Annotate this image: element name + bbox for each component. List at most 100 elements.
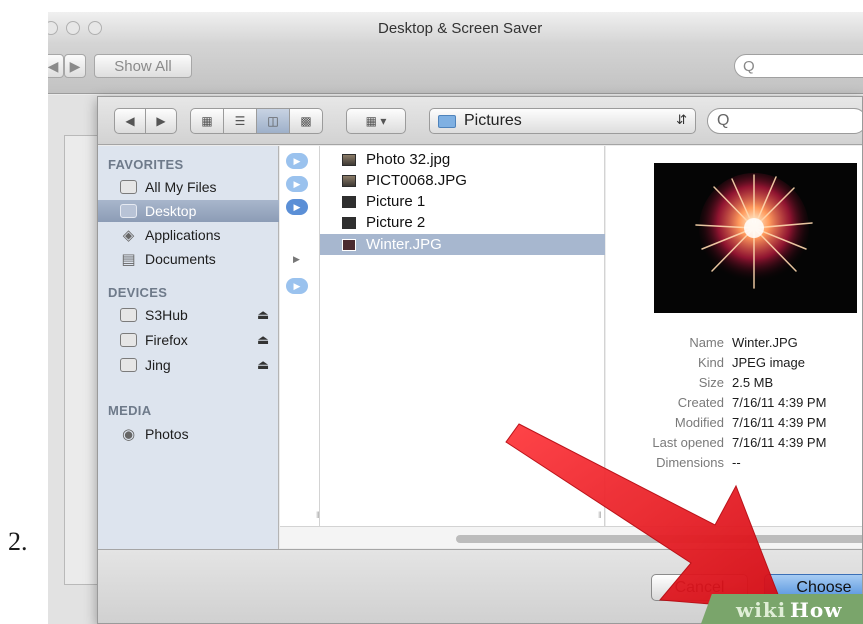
cover-flow-button[interactable]: ▩ xyxy=(289,108,323,134)
location-popup[interactable]: Pictures ⇵ xyxy=(429,108,696,134)
info-key: Created xyxy=(677,395,724,410)
sidebar-item-label: Jing xyxy=(145,357,171,373)
search-icon: Q xyxy=(743,57,755,75)
forward-arrow-icon: ▶ xyxy=(156,114,166,128)
info-row-modified: Modified 7/16/11 4:39 PM xyxy=(606,415,862,435)
scrollbar-thumb[interactable] xyxy=(456,535,862,543)
disk-icon xyxy=(120,358,137,372)
preferences-search-field[interactable]: Q xyxy=(734,54,863,78)
camera-icon: ◉ xyxy=(121,426,136,443)
info-value: 7/16/11 4:39 PM xyxy=(732,415,827,430)
folder-row-icon: ▶ xyxy=(286,153,308,169)
popup-arrows-icon: ⇵ xyxy=(676,112,687,127)
watermark-how: How xyxy=(790,598,843,622)
info-row-name: Name Winter.JPG xyxy=(606,335,862,355)
info-value: Winter.JPG xyxy=(732,335,798,350)
info-key: Kind xyxy=(697,355,724,370)
sidebar-item-documents[interactable]: ▤ Documents xyxy=(98,248,279,270)
file-list-column: Photo 32.jpg PICT0068.JPG Picture 1 Pict… xyxy=(320,146,605,526)
disk-icon xyxy=(120,308,137,322)
dialog-sidebar: FAVORITES All My Files Desktop ◈ Applica… xyxy=(98,146,279,549)
sidebar-item-label: Firefox xyxy=(145,332,188,348)
dialog-back-button[interactable]: ◀ xyxy=(114,108,146,134)
eject-icon[interactable]: ⏏ xyxy=(257,357,269,373)
folder-row-icon: ▶ xyxy=(286,199,308,215)
applications-icon: ◈ xyxy=(122,227,135,244)
desktop-folder-icon xyxy=(120,204,137,218)
screenshot-file-icon xyxy=(342,195,356,208)
list-view-button[interactable]: ☰ xyxy=(223,108,257,134)
sidebar-item-label: Desktop xyxy=(145,203,197,219)
column-view-button[interactable]: ◫ xyxy=(256,108,290,134)
close-window-button[interactable] xyxy=(48,21,58,35)
forward-button[interactable]: ▶ xyxy=(64,54,86,78)
preview-column: Name Winter.JPG Kind JPEG image Size 2.5… xyxy=(606,146,862,526)
sidebar-item-jing[interactable]: Jing ⏏ xyxy=(98,354,279,376)
info-row-last-opened: Last opened 7/16/11 4:39 PM xyxy=(606,435,862,455)
documents-icon: ▤ xyxy=(121,251,136,268)
media-header: MEDIA xyxy=(108,403,152,418)
icon-view-icon: ▦ xyxy=(201,114,213,128)
zoom-window-button[interactable] xyxy=(88,21,102,35)
file-row-picture-2[interactable]: Picture 2 xyxy=(320,212,605,233)
window-title: Desktop & Screen Saver xyxy=(378,20,543,37)
arrange-menu-button[interactable]: ▦ ▾ xyxy=(346,108,406,134)
info-key: Size xyxy=(698,375,724,390)
file-row-picture-1[interactable]: Picture 1 xyxy=(320,191,605,212)
parent-column[interactable]: ▶ ▶ ▶ ▶ ▶ xyxy=(280,146,320,526)
folder-row-icon: ▶ xyxy=(286,278,308,294)
grid-arrange-icon: ▦ ▾ xyxy=(365,114,387,128)
file-name: Winter.JPG xyxy=(366,236,442,253)
dialog-forward-button[interactable]: ▶ xyxy=(145,108,177,134)
open-dialog-sheet: ◀ ▶ ▦ ☰ ◫ ▩ ▦ ▾ Pictures ⇵ Q FAVORITES A… xyxy=(97,96,863,624)
icon-view-button[interactable]: ▦ xyxy=(190,108,224,134)
sidebar-item-desktop[interactable]: Desktop xyxy=(98,200,279,222)
sidebar-item-label: Documents xyxy=(145,251,216,267)
eject-icon[interactable]: ⏏ xyxy=(257,332,269,348)
column-resize-handle[interactable]: ‖ xyxy=(316,510,320,520)
sidebar-item-applications[interactable]: ◈ Applications xyxy=(98,224,279,246)
info-key: Modified xyxy=(674,415,724,430)
info-key: Last opened xyxy=(652,435,724,450)
image-file-icon xyxy=(342,238,356,251)
sidebar-item-firefox[interactable]: Firefox ⏏ xyxy=(98,329,279,351)
sidebar-item-photos[interactable]: ◉ Photos xyxy=(98,423,279,445)
disclosure-arrow-icon: ▶ xyxy=(293,254,300,264)
eject-icon[interactable]: ⏏ xyxy=(257,307,269,323)
file-row-pict0068[interactable]: PICT0068.JPG xyxy=(320,170,605,191)
folder-icon xyxy=(438,114,456,128)
horizontal-scrollbar[interactable] xyxy=(280,526,862,548)
search-icon: Q xyxy=(717,112,730,129)
column-view-icon: ◫ xyxy=(267,114,279,128)
list-view-icon: ☰ xyxy=(234,114,246,128)
sidebar-item-all-my-files[interactable]: All My Files xyxy=(98,176,279,198)
dialog-search-field[interactable]: Q xyxy=(707,108,862,134)
back-button[interactable]: ◀ xyxy=(48,54,64,78)
sidebar-item-s3hub[interactable]: S3Hub ⏏ xyxy=(98,304,279,326)
minimize-window-button[interactable] xyxy=(66,21,80,35)
folder-row-icon: ▶ xyxy=(286,176,308,192)
column-resize-handle[interactable]: ‖ xyxy=(598,510,602,520)
file-name: Photo 32.jpg xyxy=(366,151,451,168)
file-row-winter[interactable]: Winter.JPG xyxy=(320,234,605,255)
step-number: 2. xyxy=(8,527,28,556)
info-value: 7/16/11 4:39 PM xyxy=(732,435,827,450)
devices-header: DEVICES xyxy=(108,285,168,300)
info-row-created: Created 7/16/11 4:39 PM xyxy=(606,395,862,415)
sidebar-item-label: S3Hub xyxy=(145,307,188,323)
info-row-kind: Kind JPEG image xyxy=(606,355,862,375)
show-all-button[interactable]: Show All xyxy=(94,54,192,78)
file-row-photo-32[interactable]: Photo 32.jpg xyxy=(320,149,605,170)
sidebar-item-label: All My Files xyxy=(145,179,217,195)
disk-icon xyxy=(120,333,137,347)
info-value: JPEG image xyxy=(732,355,805,370)
fireworks-preview-image xyxy=(654,163,857,313)
forward-arrow-icon: ▶ xyxy=(69,57,81,74)
location-label: Pictures xyxy=(464,112,522,129)
dialog-toolbar: ◀ ▶ ▦ ☰ ◫ ▩ ▦ ▾ Pictures ⇵ Q xyxy=(98,97,862,145)
all-files-icon xyxy=(120,180,137,194)
cover-flow-icon: ▩ xyxy=(300,114,312,128)
screenshot-file-icon xyxy=(342,216,356,229)
wikihow-watermark: wiki How xyxy=(700,594,863,624)
info-value: 2.5 MB xyxy=(732,375,774,390)
